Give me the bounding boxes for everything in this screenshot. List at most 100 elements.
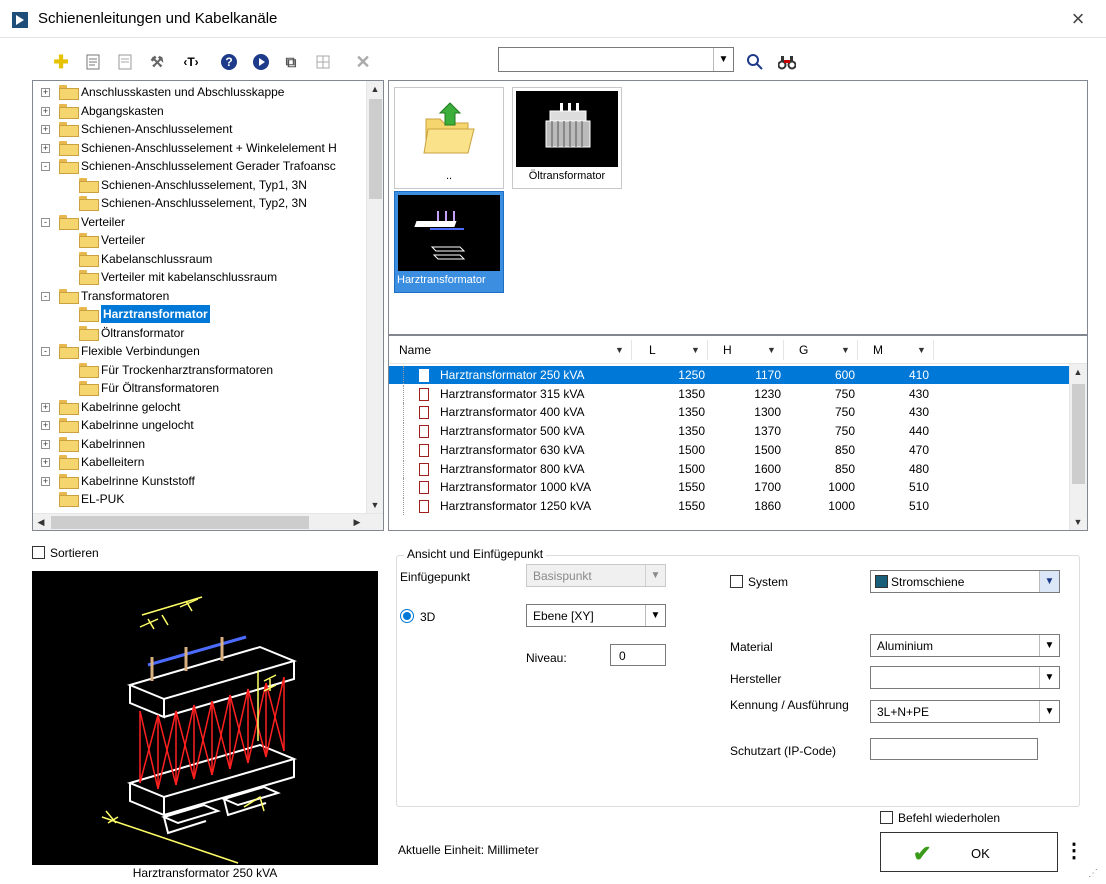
column-separator[interactable] (857, 340, 858, 360)
table-row[interactable]: Harztransformator 400 kVA 1350 1300 750 430 (389, 403, 1069, 422)
search-icon[interactable] (744, 51, 766, 73)
scroll-down-icon[interactable]: ▼ (367, 497, 383, 513)
expand-icon[interactable]: + (41, 88, 50, 97)
table-vertical-scrollbar[interactable]: ▲ ▼ (1069, 364, 1087, 530)
tools-icon[interactable]: ⚒ (146, 51, 168, 73)
scroll-thumb[interactable] (51, 516, 309, 529)
expand-icon[interactable]: + (41, 402, 50, 412)
chevron-down-icon[interactable]: ▼ (645, 605, 665, 626)
table-row[interactable]: Harztransformator 500 kVA 1350 1370 750 440 (389, 422, 1069, 441)
text-tag-icon[interactable]: ‹T› (180, 51, 202, 73)
tree-item[interactable]: + Schienen-Anschlusselement + Winkeleleme… (33, 139, 363, 157)
search-combobox[interactable]: ▼ (498, 47, 734, 72)
help-icon[interactable]: ? (218, 51, 240, 73)
resize-grip-icon[interactable]: ⋰ (1088, 868, 1102, 882)
table-row[interactable]: Harztransformator 1250 kVA 1550 1860 1000 51… (389, 496, 1069, 515)
system-checkbox[interactable] (730, 575, 743, 588)
expand-icon[interactable]: + (41, 106, 50, 116)
tree-item[interactable]: Öltransformator (33, 324, 363, 342)
gallery-tile-harztransformator[interactable]: Harztransformator (394, 191, 504, 293)
tree-item[interactable]: EL-PUK (33, 490, 363, 508)
system-select[interactable]: Stromschiene ▼ (870, 570, 1060, 593)
gallery-tile-oeltransformator[interactable]: Öltransformator (512, 87, 622, 189)
search-input[interactable] (499, 48, 711, 71)
schutzart-input[interactable] (870, 738, 1038, 760)
chevron-down-icon[interactable]: ▼ (767, 345, 776, 355)
tree-item[interactable]: + Abgangskasten (33, 102, 363, 120)
tree-item[interactable]: Harztransformator (33, 305, 363, 323)
add-plus-icon[interactable]: ✚ (50, 51, 72, 73)
chevron-down-icon[interactable]: ▼ (841, 345, 850, 355)
category-tree[interactable]: + Anschlusskasten und Abschlusskappe + Abga… (32, 80, 384, 531)
tree-item[interactable]: - Flexible Verbindungen (33, 342, 363, 360)
scroll-up-icon[interactable]: ▲ (367, 81, 383, 97)
properties-icon[interactable] (82, 51, 104, 73)
table-row[interactable]: Harztransformator 315 kVA 1350 1230 750 430 (389, 384, 1069, 403)
gallery-tile-parent[interactable]: .. (394, 87, 504, 189)
tree-item[interactable]: Für Öltransformatoren (33, 379, 363, 397)
tree-item[interactable]: Schienen-Anschlusselement, Typ2, 3N (33, 194, 363, 212)
column-header-h[interactable]: H (723, 343, 732, 357)
tree-item[interactable]: Kabelanschlussraum (33, 250, 363, 268)
kennung-select[interactable]: 3L+N+PE ▼ (870, 700, 1060, 723)
material-select[interactable]: Aluminium ▼ (870, 634, 1060, 657)
column-header-m[interactable]: M (873, 343, 883, 357)
column-separator[interactable] (933, 340, 934, 360)
tree-item[interactable]: + Kabelleitern (33, 453, 363, 471)
sort-checkbox[interactable] (32, 546, 45, 559)
close-button[interactable]: × (1066, 8, 1090, 32)
expand-icon[interactable]: + (41, 143, 50, 153)
ok-button[interactable]: ✔ OK (880, 832, 1058, 872)
column-header-g[interactable]: G (799, 343, 808, 357)
repeat-command-checkbox[interactable] (880, 811, 893, 824)
more-options-button[interactable]: ⋮ (1062, 832, 1086, 872)
table-row[interactable]: Harztransformator 1000 kVA 1550 1700 1000 51… (389, 478, 1069, 497)
collapse-icon[interactable]: - (41, 347, 50, 356)
preview-viewport[interactable] (32, 571, 378, 865)
column-header-name[interactable]: Name (399, 343, 431, 357)
chevron-down-icon[interactable]: ▼ (1039, 667, 1059, 688)
hersteller-select[interactable]: ▼ (870, 666, 1060, 689)
ebene-select[interactable]: Ebene [XY] ▼ (526, 604, 666, 627)
tree-item[interactable]: + Schienen-Anschlusselement (33, 120, 363, 138)
tree-item[interactable]: Verteiler (33, 231, 363, 249)
chevron-down-icon[interactable]: ▼ (1039, 701, 1059, 722)
expand-icon[interactable]: + (41, 125, 50, 134)
table-row[interactable]: Harztransformator 250 kVA 1250 1170 600 410 (389, 366, 1069, 384)
tree-item[interactable]: + Kabelrinnen (33, 435, 363, 453)
document-icon[interactable] (114, 51, 136, 73)
tree-item[interactable]: Verteiler mit kabelanschlussraum (33, 268, 363, 286)
expand-icon[interactable]: + (41, 476, 50, 486)
copy-icon[interactable]: ⧉ (280, 51, 302, 73)
column-separator[interactable] (707, 340, 708, 360)
collapse-icon[interactable]: - (41, 217, 50, 227)
scroll-down-icon[interactable]: ▼ (1070, 514, 1086, 530)
tree-horizontal-scrollbar[interactable]: ◀ ▶ (33, 513, 383, 530)
tree-item[interactable]: - Transformatoren (33, 287, 363, 305)
column-separator[interactable] (631, 340, 632, 360)
chevron-down-icon[interactable]: ▼ (691, 345, 700, 355)
chevron-down-icon[interactable]: ▼ (1039, 571, 1059, 592)
scroll-thumb[interactable] (369, 99, 382, 199)
niveau-input[interactable]: 0 (610, 644, 666, 666)
tree-item[interactable]: Schienen-Anschlusselement, Typ1, 3N (33, 176, 363, 194)
table-row[interactable]: Harztransformator 800 kVA 1500 1600 850 480 (389, 459, 1069, 478)
binoculars-icon[interactable] (776, 51, 798, 73)
tree-item[interactable]: + Kabelrinne Kunststoff (33, 472, 363, 490)
chevron-down-icon[interactable]: ▼ (713, 48, 733, 71)
expand-icon[interactable]: + (41, 458, 50, 467)
info-icon[interactable] (250, 51, 272, 73)
tree-item[interactable]: - Schienen-Anschlusselement Gerader Trafo… (33, 157, 363, 175)
chevron-down-icon[interactable]: ▼ (1039, 635, 1059, 656)
column-separator[interactable] (783, 340, 784, 360)
tree-item[interactable]: Für Trockenharztransformatoren (33, 361, 363, 379)
tree-item[interactable]: + Kabelrinne ungelocht (33, 416, 363, 434)
delete-icon[interactable]: ✕ (352, 51, 374, 73)
tree-item[interactable]: + Anschlusskasten und Abschlusskappe (33, 83, 363, 101)
3d-radio[interactable] (400, 609, 414, 623)
tree-item[interactable]: + Kabelrinne gelocht (33, 398, 363, 416)
table-row[interactable]: Harztransformator 630 kVA 1500 1500 850 470 (389, 440, 1069, 459)
collapse-icon[interactable]: - (41, 291, 50, 301)
scroll-thumb[interactable] (1072, 384, 1085, 484)
scroll-left-icon[interactable]: ◀ (33, 514, 49, 530)
